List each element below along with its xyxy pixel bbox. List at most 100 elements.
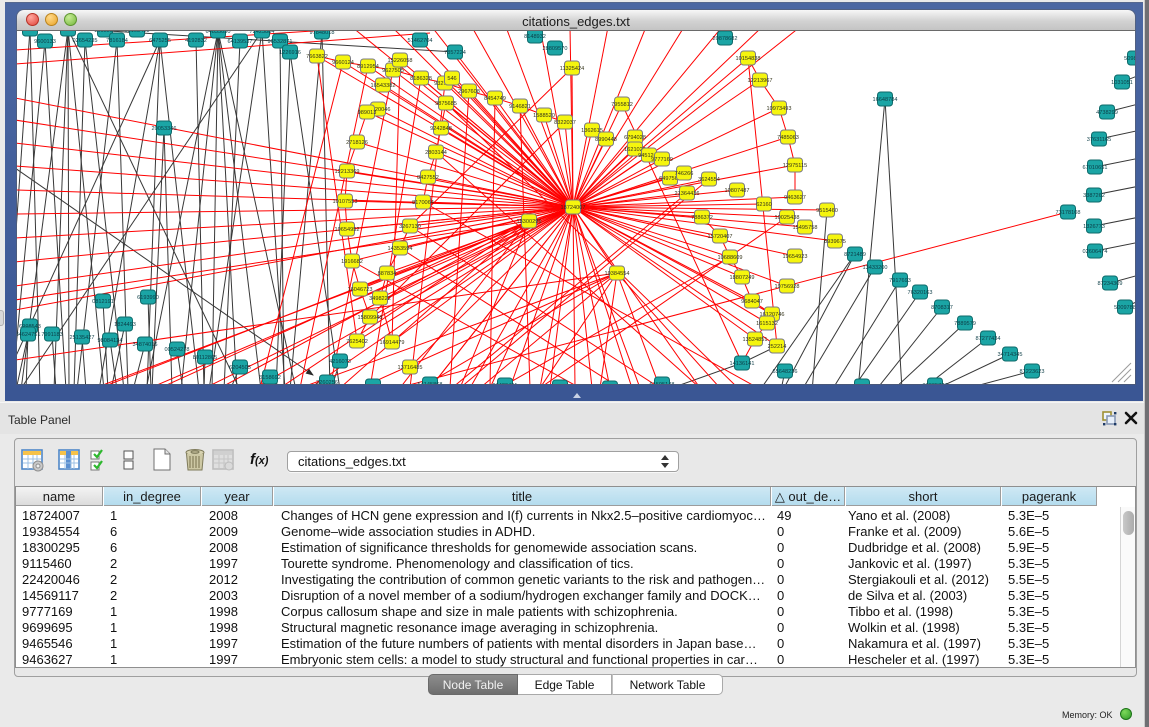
- svg-text:6193990: 6193990: [137, 295, 159, 301]
- svg-text:13524851: 13524851: [743, 337, 768, 343]
- svg-text:3498222: 3498222: [369, 296, 391, 302]
- svg-text:7889579: 7889579: [954, 321, 976, 327]
- svg-text:16543382: 16543382: [371, 83, 396, 89]
- svg-text:72423884: 72423884: [250, 31, 275, 35]
- svg-text:19756928: 19756928: [775, 284, 800, 290]
- svg-text:8322037: 8322037: [554, 120, 576, 126]
- svg-text:7955812: 7955812: [611, 102, 633, 108]
- svg-text:7663822: 7663822: [306, 54, 328, 60]
- svg-text:02606474: 02606474: [1083, 249, 1108, 255]
- svg-text:2260256: 2260256: [316, 380, 338, 384]
- svg-text:8912954: 8912954: [357, 64, 379, 70]
- svg-text:9600133: 9600133: [34, 39, 56, 45]
- svg-text:0433218: 0433218: [19, 31, 41, 33]
- svg-text:16046723: 16046723: [348, 287, 373, 293]
- svg-text:746266: 746266: [675, 171, 694, 177]
- svg-text:8708317: 8708317: [931, 305, 953, 311]
- svg-text:9515460: 9515460: [816, 208, 838, 214]
- svg-text:15809948: 15809948: [358, 315, 383, 321]
- svg-text:4192832: 4192832: [185, 38, 207, 44]
- svg-text:887834: 887834: [378, 271, 397, 277]
- svg-text:9242848: 9242848: [430, 126, 452, 132]
- svg-text:13433200: 13433200: [863, 265, 888, 271]
- svg-text:1824493: 1824493: [114, 322, 136, 328]
- svg-text:10025438: 10025438: [775, 215, 800, 221]
- svg-text:9684047: 9684047: [741, 299, 763, 305]
- svg-text:97848018: 97848018: [310, 31, 335, 36]
- svg-text:989013: 989013: [358, 110, 377, 116]
- svg-text:252214: 252214: [768, 344, 787, 350]
- svg-text:7485063: 7485063: [777, 135, 799, 141]
- svg-text:10688609: 10688609: [718, 255, 743, 261]
- svg-text:64139537: 64139537: [228, 39, 253, 45]
- svg-text:62160: 62160: [756, 202, 772, 208]
- svg-text:19654923: 19654923: [783, 254, 808, 260]
- svg-text:34874016: 34874016: [133, 342, 158, 348]
- svg-text:7857224: 7857224: [444, 50, 466, 56]
- svg-text:1031051: 1031051: [1111, 80, 1133, 86]
- svg-text:81223623: 81223623: [1020, 369, 1045, 375]
- svg-text:21364436: 21364436: [675, 191, 700, 197]
- svg-text:1916682: 1916682: [341, 259, 363, 265]
- svg-text:8427552: 8427552: [417, 175, 439, 181]
- svg-text:3267130: 3267130: [399, 224, 421, 230]
- svg-text:3624554: 3624554: [698, 177, 720, 183]
- svg-text:4216073: 4216073: [329, 359, 351, 365]
- svg-text:7625402: 7625402: [346, 339, 368, 345]
- svg-text:76320163: 76320163: [908, 290, 933, 296]
- svg-text:87234309: 87234309: [1098, 281, 1123, 287]
- svg-text:546: 546: [447, 76, 456, 82]
- svg-text:20053346: 20053346: [152, 126, 177, 132]
- svg-text:36995777: 36995777: [923, 383, 948, 384]
- svg-text:19384554: 19384554: [605, 271, 630, 277]
- svg-text:8721489: 8721489: [844, 252, 866, 258]
- svg-text:18807249: 18807249: [730, 275, 755, 281]
- svg-text:16914479: 16914479: [380, 340, 405, 346]
- svg-text:8990448: 8990448: [595, 137, 617, 143]
- svg-text:8939675: 8939675: [824, 239, 846, 245]
- svg-text:73178108: 73178108: [1056, 210, 1081, 216]
- svg-text:8386379: 8386379: [57, 31, 79, 33]
- svg-text:67010651: 67010651: [1083, 165, 1108, 171]
- svg-text:93103413: 93103413: [125, 31, 150, 34]
- svg-text:1326773: 1326773: [1083, 224, 1105, 230]
- svg-text:34714345: 34714345: [998, 352, 1023, 358]
- svg-text:37631165: 37631165: [1087, 137, 1111, 143]
- svg-text:18300295: 18300295: [517, 219, 542, 225]
- svg-text:28809570: 28809570: [543, 46, 568, 52]
- svg-text:80112805: 80112805: [193, 355, 217, 361]
- svg-text:15720407: 15720407: [708, 234, 733, 240]
- svg-text:2718126: 2718126: [346, 140, 368, 146]
- svg-text:02654235: 02654235: [73, 38, 98, 44]
- svg-text:8148932: 8148932: [524, 34, 546, 40]
- svg-text:12213967: 12213967: [748, 78, 773, 84]
- svg-text:6204505: 6204505: [229, 365, 251, 371]
- svg-text:7917693: 7917693: [889, 278, 911, 284]
- svg-text:9660124: 9660124: [332, 60, 354, 66]
- svg-text:11325424: 11325424: [560, 66, 584, 72]
- svg-text:18724007: 18724007: [561, 205, 586, 211]
- svg-text:15226058: 15226058: [388, 58, 413, 64]
- svg-text:87277434: 87277434: [976, 336, 1001, 342]
- svg-text:9777169: 9777169: [651, 157, 673, 163]
- svg-text:1588520: 1588520: [533, 113, 555, 119]
- svg-text:13716485: 13716485: [398, 365, 423, 371]
- svg-text:34624751: 34624751: [17, 332, 40, 338]
- svg-text:54145868: 54145868: [418, 382, 443, 384]
- svg-text:3387262: 3387262: [1083, 193, 1105, 199]
- svg-text:19654952: 19654952: [335, 227, 360, 233]
- svg-text:51462704: 51462704: [408, 38, 433, 44]
- svg-text:65648236: 65648236: [773, 369, 798, 375]
- svg-text:0812191: 0812191: [92, 299, 114, 305]
- svg-text:12975115: 12975115: [783, 163, 807, 169]
- svg-text:14136141: 14136141: [730, 361, 755, 367]
- svg-text:8170064: 8170064: [412, 200, 434, 206]
- svg-text:9875685: 9875685: [435, 101, 457, 107]
- svg-text:61595148: 61595148: [650, 382, 675, 384]
- svg-text:64835030: 64835030: [206, 31, 231, 35]
- svg-text:6475255: 6475255: [149, 38, 171, 44]
- svg-text:14353594: 14353594: [388, 246, 413, 252]
- svg-text:10973493: 10973493: [767, 106, 792, 112]
- svg-text:8454749: 8454749: [484, 96, 506, 102]
- svg-text:1615132: 1615132: [756, 321, 778, 327]
